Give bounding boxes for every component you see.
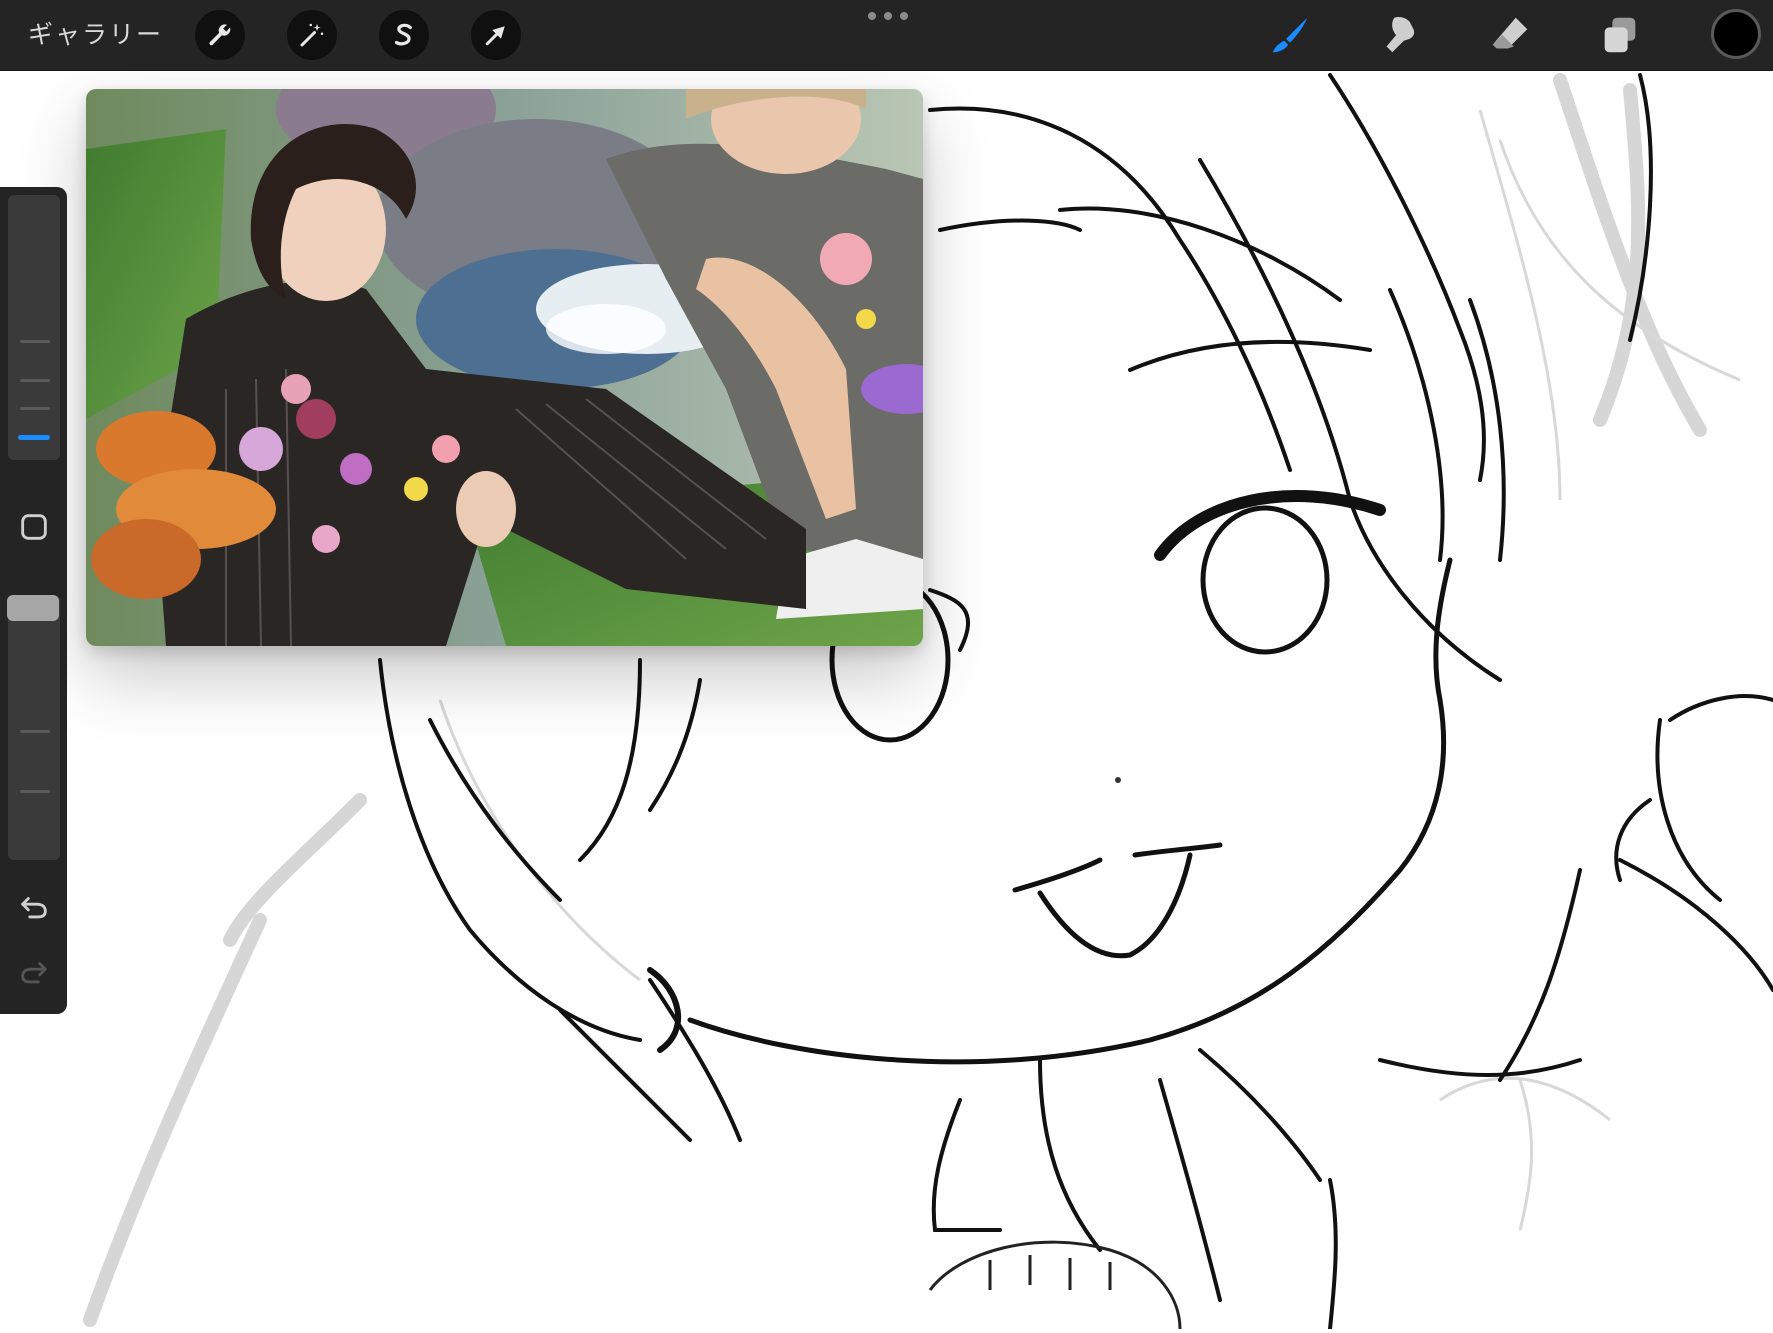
brush-size-thumb[interactable] (18, 435, 50, 440)
undo-button[interactable] (14, 887, 54, 927)
wrench-icon (209, 24, 231, 46)
gallery-button[interactable]: ギャラリー (28, 18, 163, 52)
top-toolbar: ギャラリー (0, 0, 1773, 70)
smudge-icon (1386, 16, 1415, 53)
square-icon (21, 514, 47, 540)
transform-button[interactable] (471, 10, 521, 60)
color-picker-button[interactable] (1711, 9, 1761, 59)
actions-button[interactable] (195, 10, 245, 60)
modify-button[interactable] (14, 507, 54, 547)
brush-icon (1272, 17, 1308, 53)
adjustments-button[interactable] (287, 10, 337, 60)
reference-image-window[interactable] (86, 89, 923, 646)
redo-icon (21, 962, 47, 984)
reference-photo (86, 89, 923, 646)
eraser-icon (1492, 17, 1528, 49)
brush-size-slider[interactable] (8, 195, 60, 460)
left-sidebar (0, 187, 67, 1014)
eraser-tool-button[interactable] (1485, 12, 1535, 58)
toolbar-handle[interactable] (868, 12, 908, 22)
redo-button[interactable] (14, 952, 54, 992)
opacity-thumb[interactable] (7, 595, 59, 621)
layers-icon (1604, 17, 1636, 53)
opacity-slider[interactable] (8, 595, 60, 860)
brush-tool-button[interactable] (1265, 12, 1315, 58)
selection-button[interactable] (379, 10, 429, 60)
arrow-cursor-icon (485, 26, 505, 46)
undo-icon (21, 897, 47, 919)
layers-button[interactable] (1595, 12, 1645, 58)
magic-wand-icon (300, 23, 324, 47)
selection-s-icon (394, 23, 412, 46)
smudge-tool-button[interactable] (1375, 12, 1425, 58)
